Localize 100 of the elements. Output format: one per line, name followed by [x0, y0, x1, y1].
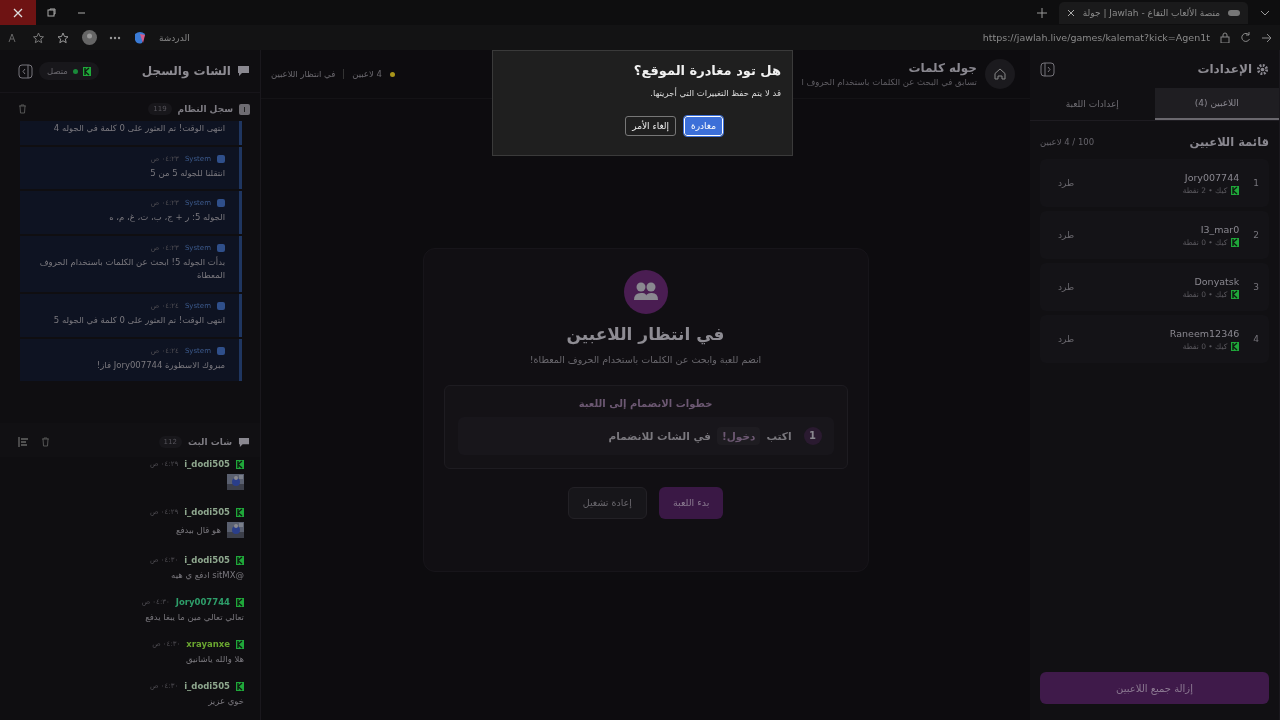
collapse-icon[interactable]	[18, 63, 33, 79]
player-name: Donyatsk	[1194, 275, 1240, 287]
home-button[interactable]	[985, 59, 1015, 89]
waiting-title: في انتظار اللاعبين	[566, 323, 725, 344]
list-title: قائمة اللاعبين	[1189, 135, 1269, 149]
username: xrayanxe	[186, 639, 230, 649]
restart-button[interactable]: إعادة تشغيل	[567, 486, 647, 519]
copilot-icon[interactable]	[133, 30, 147, 45]
log-text: انتهى الوقت! تم العثور على 0 كلمة في الجوله 4	[53, 122, 225, 135]
gear-icon	[1256, 62, 1269, 76]
message-text: هو قال بيدفع	[175, 525, 221, 535]
players-count: 4 لاعبين	[352, 69, 382, 79]
trash-icon[interactable]	[41, 437, 50, 447]
platform-icon	[1231, 341, 1240, 351]
kick-button[interactable]: طرد	[1050, 330, 1083, 348]
section-title: سجل النظام	[177, 104, 233, 114]
game-status: في انتظار اللاعبين	[271, 69, 336, 79]
leave-button[interactable]: مغادرة	[684, 116, 723, 136]
steps-title: خطوات الانضمام إلى اللعبة	[578, 397, 713, 409]
remove-all-button[interactable]: إزالة جميع اللاعبين	[1040, 672, 1269, 704]
lock-icon	[1220, 32, 1230, 43]
online-dot-icon	[72, 68, 78, 74]
log-text: الجوله 5: ر + ج، ب، ت، غ، م، ه	[109, 211, 225, 225]
home-icon	[993, 67, 1007, 81]
tab[interactable]: اللاعبين (4)	[1154, 88, 1279, 120]
trash-icon[interactable]	[18, 104, 27, 114]
chat-icon	[238, 436, 250, 448]
platform-icon	[236, 507, 244, 517]
log-text: انتقلنا للجوله 5 من 5	[150, 166, 225, 180]
platform-icon	[82, 66, 91, 76]
player-name: Jory007744	[1184, 171, 1240, 183]
platform-icon	[236, 597, 244, 607]
platform-icon	[1231, 289, 1240, 299]
profile-icon[interactable]	[82, 30, 97, 45]
platform-icon	[236, 555, 244, 565]
platform-icon	[236, 681, 244, 691]
close-tab-icon[interactable]	[1066, 8, 1075, 17]
status-dot-icon	[389, 71, 395, 77]
log-text: بدأت الجوله 5! ابحث عن الكلمات باستخدام الحروف المعطاة	[38, 255, 225, 283]
address-bar[interactable]: https://jawlah.live/games/kalemat?kick=Agen1t	[982, 32, 1210, 43]
more-icon[interactable]	[109, 35, 121, 40]
username: i_dodi505	[184, 459, 230, 469]
command-chip: !دخول	[716, 426, 761, 445]
chat-icon	[237, 65, 250, 77]
new-tab-icon[interactable]	[1036, 7, 1047, 18]
message-text: خوي عزيز	[208, 696, 244, 706]
player-count: 100 / 4 لاعبين	[1040, 137, 1095, 147]
username: i_dodi505	[184, 555, 230, 565]
kick-button[interactable]: طرد	[1050, 278, 1083, 296]
step-number: 1	[803, 426, 822, 445]
align-icon[interactable]	[18, 437, 29, 447]
step-text: اكتب	[766, 429, 792, 442]
users-icon	[623, 269, 668, 314]
close-window-button[interactable]	[0, 0, 36, 25]
message-text: هلا والله ياشانيق	[185, 654, 244, 664]
message-text: @sitMX ادفع ي هيه	[171, 570, 244, 580]
username: Jory007744	[175, 597, 230, 607]
star-icon[interactable]	[32, 31, 45, 44]
player-rank: 4	[1253, 334, 1259, 344]
chat-button[interactable]: الدردشة	[159, 32, 190, 43]
player-rank: 1	[1253, 178, 1259, 188]
site-icon	[1228, 8, 1240, 17]
dialog-message: قد لا يتم حفظ التغييرات التي أجريتها.	[649, 88, 781, 98]
log-text: مبروك الاسطورة Jory007744 فاز!	[96, 358, 225, 372]
log-icon	[239, 103, 250, 115]
panel-title: الإعدادات	[1197, 62, 1252, 76]
step-text: في الشات للانضمام	[608, 429, 711, 442]
browser-tab[interactable]: جولة | Jawlah - منصة الألعاب التفاع	[1058, 1, 1248, 24]
player-name: Raneem12346	[1169, 327, 1240, 339]
tab[interactable]: إعدادات اللعبة	[1030, 88, 1155, 120]
platform-icon	[236, 459, 244, 469]
dialog-title: هل تود مغادرة الموقع؟	[632, 63, 781, 78]
platform-icon	[1231, 185, 1240, 195]
username: i_dodi505	[184, 507, 230, 517]
kick-button[interactable]: طرد	[1050, 226, 1083, 244]
cancel-button[interactable]: إلغاء الأمر	[625, 116, 676, 136]
restore-icon	[46, 8, 56, 17]
start-game-button[interactable]: بدء اللعبة	[658, 486, 724, 519]
platform-icon	[236, 639, 244, 649]
refresh-icon[interactable]	[1240, 32, 1251, 43]
username: i_dodi505	[184, 681, 230, 691]
favorites-icon[interactable]	[57, 31, 70, 44]
status-text: متصل	[47, 66, 68, 76]
waiting-subtitle: انضم للعبة وابحث عن الكلمات باستخدام الحروف المعطاة!	[529, 353, 762, 365]
close-icon	[13, 7, 23, 18]
tab-title: جولة | Jawlah - منصة الألعاب التفاع	[1082, 7, 1220, 18]
kick-button[interactable]: طرد	[1050, 174, 1083, 192]
player-rank: 2	[1253, 230, 1259, 240]
tab-list-icon[interactable]	[1260, 8, 1270, 17]
game-title: جوله كلمات	[907, 61, 977, 75]
player-name: I3_mar0	[1200, 223, 1240, 235]
log-text: انتهى الوقت! تم العثور على 0 كلمة في الجوله 5	[53, 313, 225, 327]
game-subtitle: تسابق في البحث عن الكلمات باستخدام الحروف ا	[801, 77, 977, 87]
player-rank: 3	[1253, 282, 1259, 292]
platform-icon	[1231, 237, 1240, 247]
panel-title: الشات والسجل	[141, 64, 231, 78]
section-title: شات البث	[187, 437, 232, 447]
collapse-icon[interactable]	[1040, 61, 1055, 77]
forward-icon[interactable]	[1261, 32, 1272, 43]
message-text: تعالي تعالي مين ما يبغا يدفع	[145, 612, 244, 622]
